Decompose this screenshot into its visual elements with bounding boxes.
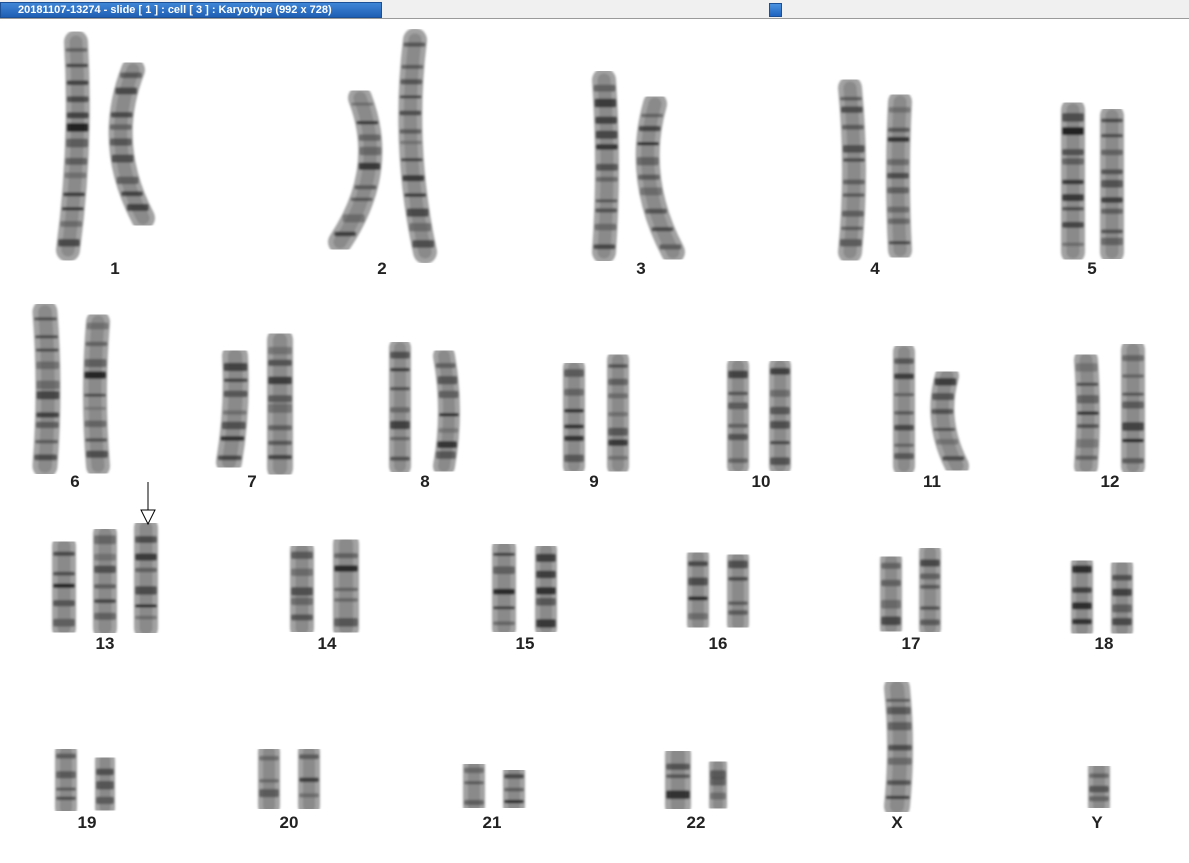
- chromosome-11-a[interactable]: [892, 341, 916, 477]
- chromosome-label-2: 2: [377, 259, 387, 278]
- chromosome-21-b[interactable]: [503, 761, 526, 817]
- chromosome-label-19: 19: [77, 813, 97, 832]
- chromosome-label-4: 4: [870, 259, 880, 278]
- chromosome-13-b[interactable]: [92, 522, 118, 640]
- chromosome-19-b[interactable]: [95, 750, 116, 818]
- chromosome-6-b[interactable]: [83, 310, 110, 478]
- chromosome-16-a[interactable]: [686, 545, 710, 635]
- chromosome-label-3: 3: [636, 259, 646, 278]
- chromosome-13-a[interactable]: [51, 534, 77, 640]
- chromosome-1-a[interactable]: [56, 30, 90, 262]
- chromosome-17-b[interactable]: [918, 541, 942, 639]
- window-titlebar: 20181107-13274 - slide [ 1 ] : cell [ 3 …: [0, 0, 1189, 19]
- chromosome-5-b[interactable]: [1099, 104, 1124, 264]
- chromosome-label-22: 22: [686, 813, 706, 832]
- scroll-thumb[interactable]: [769, 3, 782, 17]
- chromosome-14-a[interactable]: [289, 538, 315, 640]
- chromosome-15-b[interactable]: [534, 539, 558, 639]
- chromosome-18-b[interactable]: [1111, 555, 1133, 641]
- chromosome-label-20: 20: [279, 813, 299, 832]
- chromosome-7-b[interactable]: [266, 327, 294, 481]
- chromosome-8-b[interactable]: [433, 345, 460, 477]
- chromosome-21-a[interactable]: [463, 755, 485, 817]
- chromosome-label-15: 15: [515, 634, 535, 653]
- chromosome-3-b[interactable]: [635, 92, 685, 264]
- chromosome-12-b[interactable]: [1120, 338, 1145, 478]
- chromosome-13-c[interactable]: [133, 516, 159, 640]
- chromosome-19-a[interactable]: [55, 741, 77, 819]
- chromosome-X[interactable]: [884, 675, 913, 819]
- window-title[interactable]: 20181107-13274 - slide [ 1 ] : cell [ 3 …: [0, 2, 382, 18]
- chromosome-label-21: 21: [482, 813, 502, 832]
- chromosome-18-a[interactable]: [1070, 553, 1094, 641]
- chromosome-1-b[interactable]: [108, 58, 155, 230]
- chromosome-label-5: 5: [1087, 259, 1097, 278]
- chromosome-2-a[interactable]: [328, 86, 383, 254]
- chromosome-22-b[interactable]: [709, 755, 727, 815]
- chromosome-label-12: 12: [1100, 472, 1120, 491]
- chromosome-7-a[interactable]: [216, 343, 249, 475]
- chromosome-label-16: 16: [708, 634, 728, 653]
- chromosome-label-14: 14: [317, 634, 337, 653]
- chromosome-20-b[interactable]: [298, 741, 320, 817]
- chromosome-20-a[interactable]: [258, 741, 280, 817]
- chromosome-16-b[interactable]: [726, 547, 750, 635]
- chromosome-label-9: 9: [589, 472, 599, 491]
- chromosome-label-18: 18: [1094, 634, 1114, 653]
- chromosome-6-a[interactable]: [32, 299, 61, 479]
- chromosome-9-a[interactable]: [562, 357, 586, 477]
- chromosome-label-8: 8: [420, 472, 430, 491]
- karyogram-panel: [32, 28, 1145, 819]
- chromosome-label-x: X: [891, 813, 903, 832]
- chromosome-9-b[interactable]: [606, 349, 629, 477]
- chromosome-Y[interactable]: [1088, 757, 1110, 817]
- chromosome-17-a[interactable]: [879, 549, 903, 639]
- chromosome-label-1: 1: [110, 259, 120, 278]
- chromosome-11-b[interactable]: [930, 364, 969, 478]
- chromosome-22-a[interactable]: [665, 741, 691, 819]
- chromosome-label-6: 6: [70, 472, 80, 491]
- chromosome-4-a[interactable]: [838, 76, 866, 264]
- chromosome-3-a[interactable]: [592, 68, 619, 264]
- chromosome-label-y: Y: [1091, 813, 1103, 832]
- chromosome-label-11: 11: [923, 472, 941, 491]
- chromosome-15-a[interactable]: [492, 536, 516, 640]
- chromosome-5-a[interactable]: [1060, 98, 1086, 264]
- chromosome-12-a[interactable]: [1074, 348, 1100, 478]
- chromosome-8-a[interactable]: [388, 337, 411, 477]
- chromosome-2-b[interactable]: [398, 28, 437, 264]
- chromosome-10-b[interactable]: [768, 355, 792, 477]
- chromosome-label-10: 10: [751, 472, 771, 491]
- chromosome-label-7: 7: [247, 472, 257, 491]
- chromosome-label-17: 17: [901, 634, 921, 653]
- chromosome-label-13: 13: [95, 634, 115, 653]
- chromosome-4-b[interactable]: [886, 90, 912, 262]
- chromosome-10-a[interactable]: [726, 355, 750, 477]
- chromosome-14-b[interactable]: [332, 531, 360, 641]
